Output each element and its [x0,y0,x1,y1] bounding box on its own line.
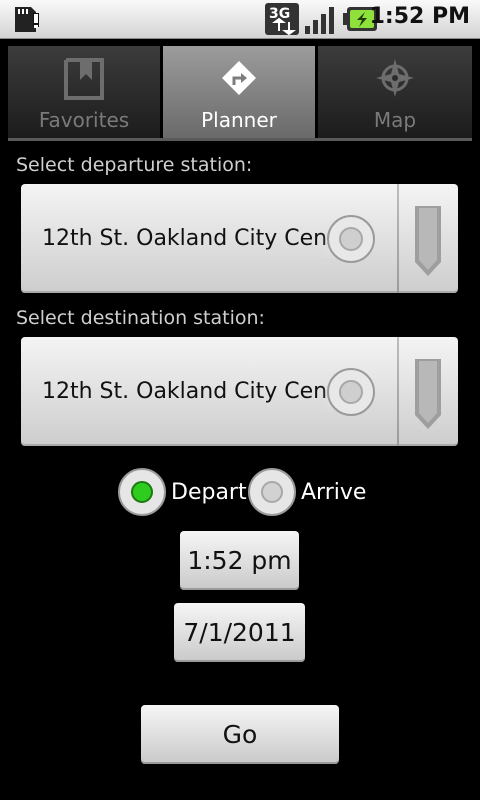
destination-label: Select destination station: [16,307,265,329]
go-button[interactable]: Go [141,705,339,764]
arrive-radio[interactable] [247,467,297,521]
destination-station-value: 12th St. Oakland City Center [42,379,342,404]
date-button[interactable]: 7/1/2011 [174,603,305,662]
bookmark-icon [64,58,104,104]
arrive-label[interactable]: Arrive [301,480,366,505]
tab-map-label: Map [373,108,417,132]
spinner-divider [397,184,399,293]
sd-card-warning-icon [12,3,42,39]
signal-strength-icon [304,4,338,38]
radio-selected-icon [118,468,166,516]
tab-bar: Favorites Planner Map [8,46,472,138]
departure-radio-icon [326,214,376,268]
dropdown-arrow-icon [413,359,443,433]
departure-station-spinner[interactable]: 12th St. Oakland City Center [21,184,458,293]
tab-favorites-label: Favorites [38,108,130,132]
departure-label: Select departure station: [16,154,253,176]
tab-favorites[interactable]: Favorites [8,46,161,138]
3g-data-icon: 3G [265,3,299,39]
tab-planner-label: Planner [201,108,277,132]
destination-station-spinner[interactable]: 12th St. Oakland City Center [21,337,458,446]
status-clock: 1:52 PM [369,4,470,29]
spinner-divider [397,337,399,446]
status-bar: 3G 1:52 PM [0,0,480,39]
time-button[interactable]: 1:52 pm [180,531,299,590]
dropdown-arrow-icon [413,206,443,280]
tab-map[interactable]: Map [318,46,472,138]
compass-icon [375,58,415,102]
tab-divider [8,138,472,141]
tab-planner[interactable]: Planner [163,46,316,138]
directions-icon [219,58,259,102]
radio-unselected-icon [248,468,296,516]
depart-label[interactable]: Depart [171,480,247,505]
destination-radio-icon [326,367,376,421]
departure-station-value: 12th St. Oakland City Center [42,226,342,251]
depart-radio[interactable] [117,467,167,521]
